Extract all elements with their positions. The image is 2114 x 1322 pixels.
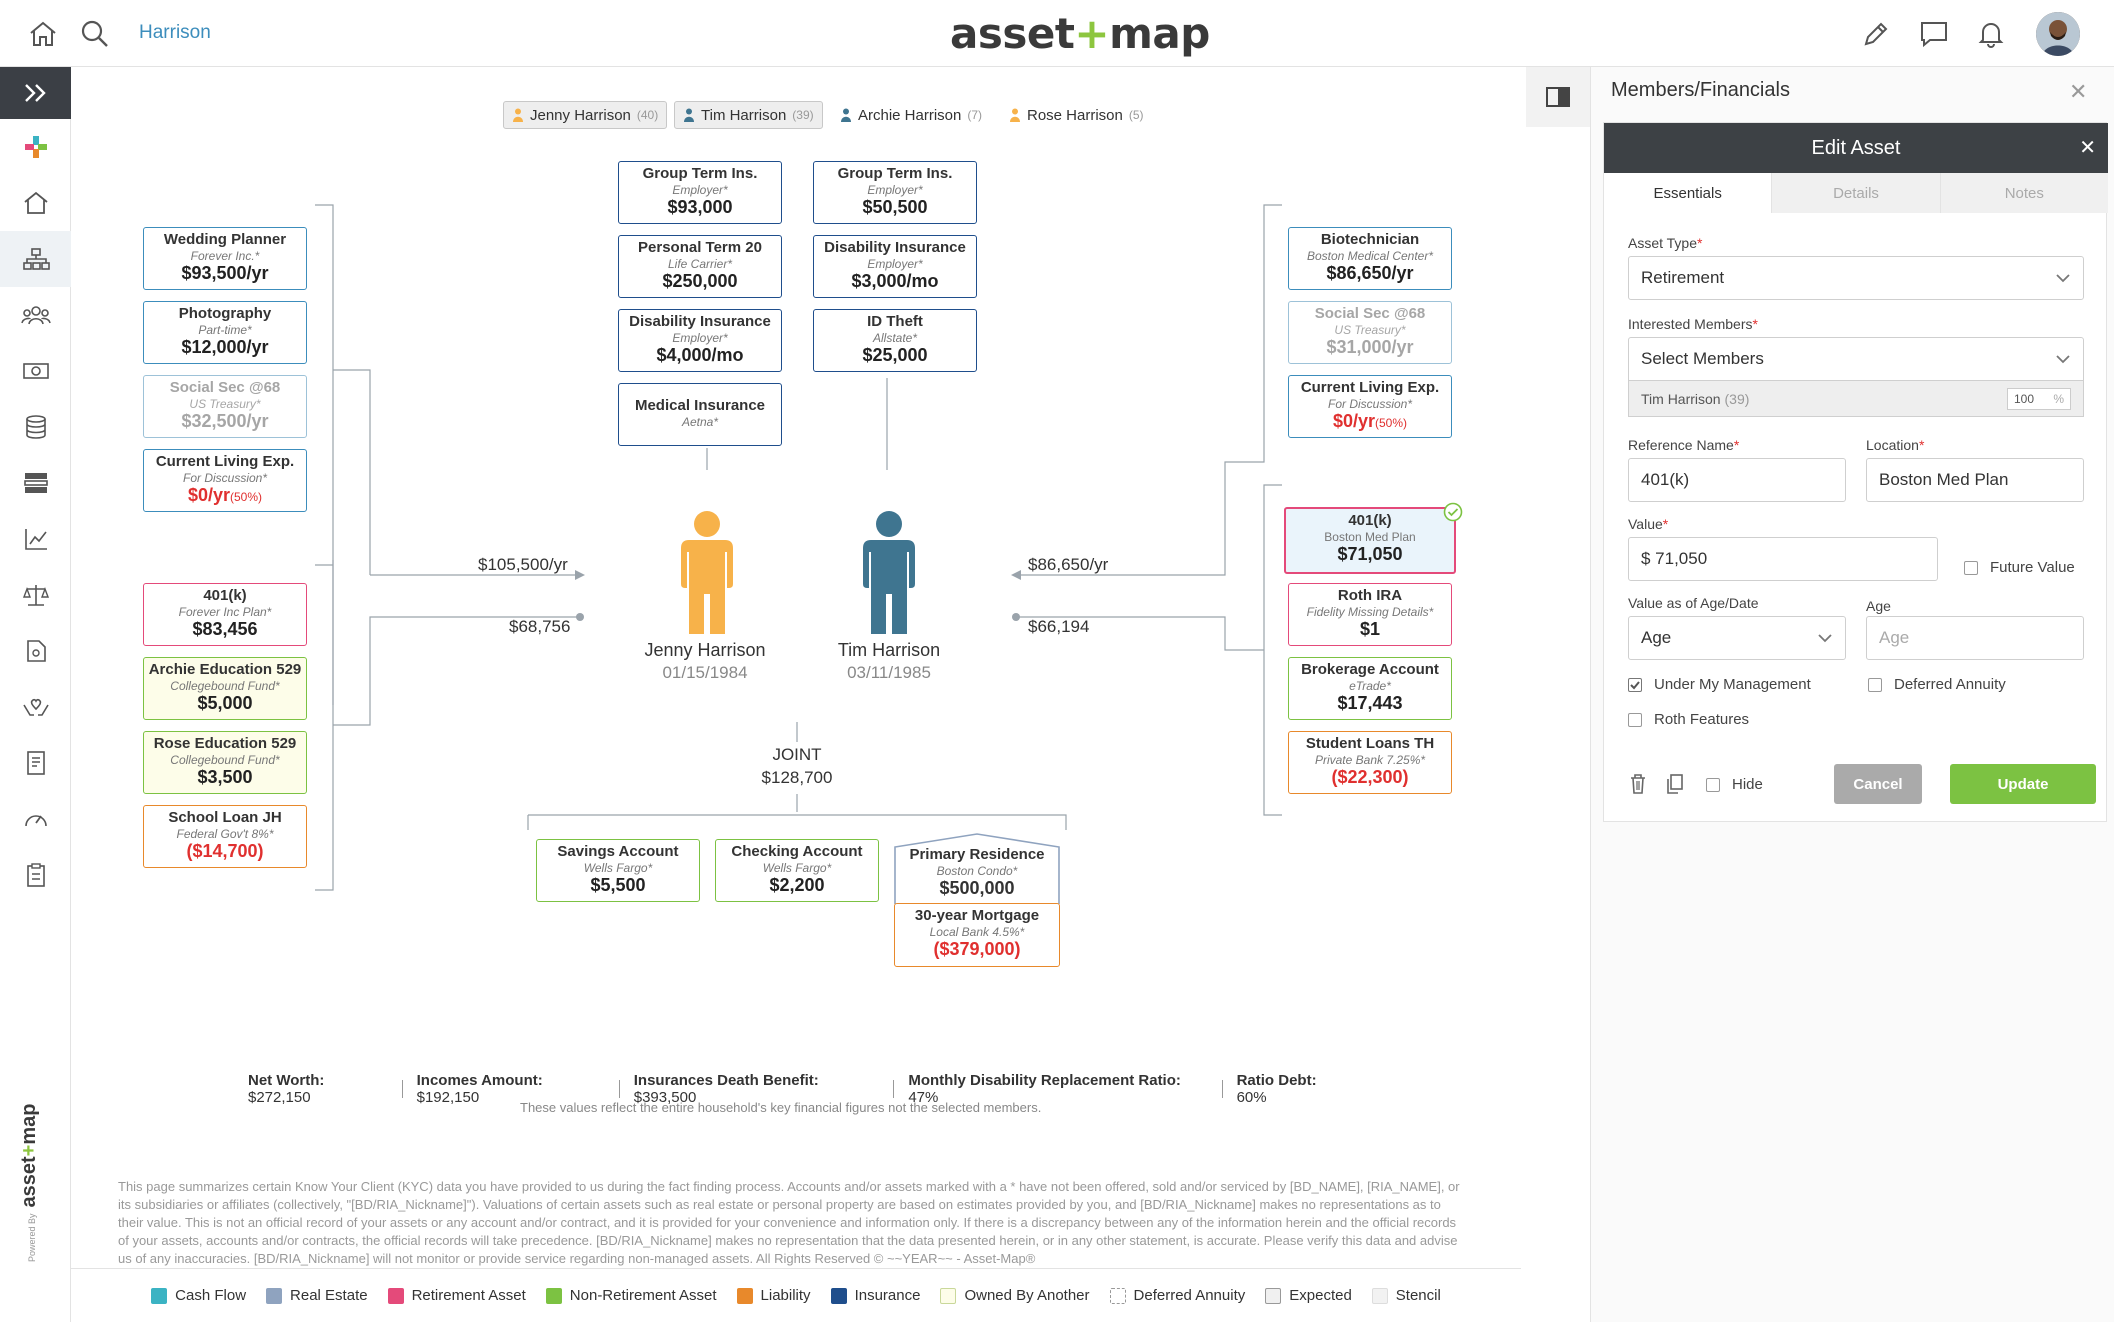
card-id-theft[interactable]: ID Theft Allstate* $25,000: [813, 309, 977, 372]
deferred-annuity-checkbox[interactable]: Deferred Annuity: [1868, 676, 2006, 693]
age-date-select[interactable]: Age: [1628, 616, 1846, 660]
age-date-label: Value as of Age/Date: [1628, 595, 1759, 611]
edit-tabs: Essentials Details Notes: [1604, 173, 2108, 213]
reference-name-label: Reference Name*: [1628, 437, 1740, 453]
powered-by-logo: Powered By asset+map: [18, 1103, 40, 1263]
tab-essentials[interactable]: Essentials: [1604, 173, 1773, 213]
legend-stencil: Stencil: [1371, 1287, 1441, 1304]
tim-figure-icon: [863, 511, 915, 634]
pencil-icon[interactable]: [1856, 14, 1896, 54]
legend: Cash Flow Real Estate Retirement Asset N…: [71, 1268, 1521, 1322]
members-select[interactable]: Select Members: [1628, 337, 2084, 381]
panel-title: Members/Financials: [1611, 79, 1790, 101]
tab-notes[interactable]: Notes: [1940, 173, 2108, 213]
update-button[interactable]: Update: [1950, 764, 2096, 804]
tim-name: Tim Harrison: [837, 640, 941, 660]
age-input[interactable]: Age: [1866, 616, 2084, 660]
card-living-exp-tim[interactable]: Current Living Exp. For Discussion* $0/yr(…: [1288, 375, 1452, 438]
card-disability-jenny[interactable]: Disability Insurance Employer* $4,000/mo: [618, 309, 782, 372]
tim-assets-flow: $66,194: [1028, 617, 1090, 636]
card-savings[interactable]: Savings Account Wells Fargo* $5,500: [536, 839, 700, 902]
roth-features-checkbox[interactable]: Roth Features: [1628, 711, 1749, 728]
legend-retirement: Retirement Asset: [387, 1287, 526, 1304]
jenny-assets-flow: $68,756: [509, 617, 571, 636]
card-brokerage[interactable]: Brokerage Account eTrade* $17,443: [1288, 657, 1452, 720]
edit-close-icon[interactable]: ✕: [2079, 135, 2096, 160]
asset-type-select[interactable]: Retirement: [1628, 256, 2084, 300]
location-input[interactable]: Boston Med Plan: [1866, 458, 2084, 502]
future-value-checkbox[interactable]: Future Value: [1964, 559, 2075, 576]
card-student-loans[interactable]: Student Loans TH Private Bank 7.25%* ($22,…: [1288, 731, 1452, 794]
asset-type-label: Asset Type*: [1628, 235, 1703, 251]
summary-note: These values reflect the entire househol…: [520, 1100, 1042, 1115]
card-wedding-planner[interactable]: Wedding Planner Forever Inc.* $93,500/yr: [143, 227, 307, 290]
jenny-dob: 01/15/1984: [662, 663, 748, 682]
value-input[interactable]: $ 71,050: [1628, 537, 1938, 581]
legend-liability: Liability: [736, 1287, 811, 1304]
disclaimer-text: This page summarizes certain Know Your C…: [118, 1179, 1460, 1266]
card-rose-529[interactable]: Rose Education 529 Collegebound Fund* $3,5…: [143, 731, 307, 794]
cancel-button[interactable]: Cancel: [1834, 764, 1922, 804]
panel-close-icon[interactable]: ✕: [2069, 79, 2087, 105]
card-medical-insurance[interactable]: Medical Insurance Aetna*: [618, 383, 782, 446]
card-biotechnician[interactable]: Biotechnician Boston Medical Center* $86,6…: [1288, 227, 1452, 290]
member-row-tim: Tim Harrison (39) 100%: [1628, 381, 2084, 417]
card-group-term-jenny[interactable]: Group Term Ins. Employer* $93,000: [618, 161, 782, 224]
card-photography[interactable]: Photography Part-time* $12,000/yr: [143, 301, 307, 364]
user-avatar[interactable]: [2036, 12, 2080, 56]
reference-name-input[interactable]: 401(k): [1628, 458, 1846, 502]
jenny-name: Jenny Harrison: [644, 640, 766, 660]
edit-asset-header: Edit Asset ✕: [1604, 123, 2108, 173]
card-checking[interactable]: Checking Account Wells Fargo* $2,200: [715, 839, 879, 902]
card-personal-term[interactable]: Personal Term 20 Life Carrier* $250,000: [618, 235, 782, 298]
card-roth-ira[interactable]: Roth IRA Fidelity Missing Details* $1: [1288, 583, 1452, 646]
trash-icon[interactable]: [1628, 773, 1648, 795]
age-label: Age: [1866, 598, 1891, 614]
checkmark-icon: [1630, 680, 1640, 689]
jenny-income-flow: $105,500/yr: [478, 555, 568, 574]
card-school-loan[interactable]: School Loan JH Federal Gov't 8%* ($14,700): [143, 805, 307, 868]
legend-insurance: Insurance: [830, 1287, 920, 1304]
legend-expected: Expected: [1265, 1287, 1352, 1304]
card-social-sec-jenny[interactable]: Social Sec @68 US Treasury* $32,500/yr: [143, 375, 307, 438]
check-circle-icon: [1443, 502, 1463, 522]
members-financials-panel: Members/Financials ✕ Edit Asset ✕ Essent…: [1590, 67, 2114, 1322]
card-disability-tim[interactable]: Disability Insurance Employer* $3,000/mo: [813, 235, 977, 298]
edit-asset-form: Edit Asset ✕ Essentials Details Notes As…: [1603, 122, 2108, 822]
copy-icon[interactable]: [1665, 773, 1685, 795]
legend-deferred-annuity: Deferred Annuity: [1109, 1287, 1245, 1304]
bell-icon[interactable]: [1971, 14, 2011, 54]
joint-value: $128,700: [761, 768, 833, 787]
value-label: Value*: [1628, 516, 1669, 532]
tim-dob: 03/11/1985: [847, 663, 931, 682]
card-primary-residence[interactable]: Primary Residence Boston Condo* $500,000: [894, 846, 1060, 899]
card-group-term-tim[interactable]: Group Term Ins. Employer* $50,500: [813, 161, 977, 224]
member-percent-input[interactable]: 100%: [2007, 387, 2071, 410]
card-mortgage[interactable]: 30-year Mortgage Local Bank 4.5%* ($379,00…: [894, 903, 1060, 967]
tim-income-flow: $86,650/yr: [1028, 555, 1109, 574]
toggle-panel-icon[interactable]: [1526, 67, 1590, 127]
card-401k-jenny[interactable]: 401(k) Forever Inc Plan* $83,456: [143, 583, 307, 646]
tab-details[interactable]: Details: [1772, 173, 1941, 213]
jenny-figure-icon: [681, 511, 733, 634]
card-social-sec-tim[interactable]: Social Sec @68 US Treasury* $31,000/yr: [1288, 301, 1452, 364]
card-archie-529[interactable]: Archie Education 529 Collegebound Fund* $5…: [143, 657, 307, 720]
chevron-down-icon: [2056, 355, 2070, 364]
location-label: Location*: [1866, 437, 1925, 453]
legend-cash-flow: Cash Flow: [151, 1287, 246, 1304]
under-management-checkbox[interactable]: Under My Management: [1628, 676, 1811, 693]
legend-real-estate: Real Estate: [266, 1287, 368, 1304]
card-401k-tim[interactable]: 401(k) Boston Med Plan $71,050: [1284, 507, 1456, 574]
card-living-exp-jenny[interactable]: Current Living Exp. For Discussion* $0/yr(…: [143, 449, 307, 512]
chevron-down-icon: [2056, 274, 2070, 283]
members-label: Interested Members*: [1628, 316, 1758, 332]
chat-icon[interactable]: [1914, 14, 1954, 54]
legend-non-retirement: Non-Retirement Asset: [545, 1287, 717, 1304]
legend-owned-by-another: Owned By Another: [940, 1287, 1090, 1304]
joint-label: JOINT: [772, 745, 822, 764]
chevron-down-icon: [1818, 634, 1832, 643]
hide-checkbox[interactable]: Hide: [1706, 776, 1763, 793]
